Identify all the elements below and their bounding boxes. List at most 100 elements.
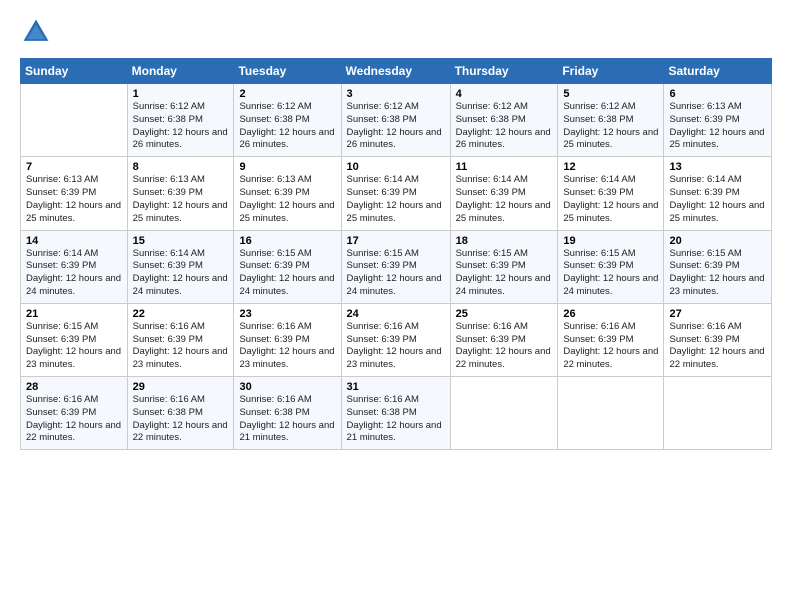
day-info: Sunrise: 6:14 AM Sunset: 6:39 PM Dayligh… [347, 174, 445, 225]
day-number: 4 [456, 88, 553, 100]
day-cell [450, 377, 558, 450]
day-info: Sunrise: 6:16 AM Sunset: 6:39 PM Dayligh… [239, 321, 335, 372]
day-number: 16 [239, 235, 335, 247]
day-cell: 5Sunrise: 6:12 AM Sunset: 6:38 PM Daylig… [558, 84, 664, 157]
day-number: 21 [26, 308, 122, 320]
day-cell: 7Sunrise: 6:13 AM Sunset: 6:39 PM Daylig… [21, 157, 128, 230]
day-cell: 4Sunrise: 6:12 AM Sunset: 6:38 PM Daylig… [450, 84, 558, 157]
week-row-0: 1Sunrise: 6:12 AM Sunset: 6:38 PM Daylig… [21, 84, 772, 157]
header-cell-sunday: Sunday [21, 59, 128, 84]
day-number: 7 [26, 161, 122, 173]
header-cell-tuesday: Tuesday [234, 59, 341, 84]
calendar-table: SundayMondayTuesdayWednesdayThursdayFrid… [20, 58, 772, 450]
day-cell [558, 377, 664, 450]
day-info: Sunrise: 6:12 AM Sunset: 6:38 PM Dayligh… [347, 101, 445, 152]
day-info: Sunrise: 6:15 AM Sunset: 6:39 PM Dayligh… [563, 248, 658, 299]
day-number: 11 [456, 161, 553, 173]
day-cell [664, 377, 772, 450]
week-row-4: 28Sunrise: 6:16 AM Sunset: 6:39 PM Dayli… [21, 377, 772, 450]
day-cell: 17Sunrise: 6:15 AM Sunset: 6:39 PM Dayli… [341, 230, 450, 303]
day-number: 24 [347, 308, 445, 320]
day-cell: 8Sunrise: 6:13 AM Sunset: 6:39 PM Daylig… [127, 157, 234, 230]
day-number: 30 [239, 381, 335, 393]
day-info: Sunrise: 6:14 AM Sunset: 6:39 PM Dayligh… [669, 174, 766, 225]
day-number: 2 [239, 88, 335, 100]
day-number: 28 [26, 381, 122, 393]
day-number: 29 [133, 381, 229, 393]
day-cell: 30Sunrise: 6:16 AM Sunset: 6:38 PM Dayli… [234, 377, 341, 450]
day-number: 8 [133, 161, 229, 173]
day-info: Sunrise: 6:16 AM Sunset: 6:38 PM Dayligh… [347, 394, 445, 445]
header [20, 16, 772, 48]
day-info: Sunrise: 6:13 AM Sunset: 6:39 PM Dayligh… [26, 174, 122, 225]
day-cell: 23Sunrise: 6:16 AM Sunset: 6:39 PM Dayli… [234, 303, 341, 376]
day-number: 31 [347, 381, 445, 393]
day-info: Sunrise: 6:15 AM Sunset: 6:39 PM Dayligh… [669, 248, 766, 299]
week-row-3: 21Sunrise: 6:15 AM Sunset: 6:39 PM Dayli… [21, 303, 772, 376]
day-number: 15 [133, 235, 229, 247]
day-number: 3 [347, 88, 445, 100]
day-cell: 18Sunrise: 6:15 AM Sunset: 6:39 PM Dayli… [450, 230, 558, 303]
day-number: 26 [563, 308, 658, 320]
day-number: 5 [563, 88, 658, 100]
week-row-2: 14Sunrise: 6:14 AM Sunset: 6:39 PM Dayli… [21, 230, 772, 303]
day-info: Sunrise: 6:16 AM Sunset: 6:39 PM Dayligh… [563, 321, 658, 372]
day-info: Sunrise: 6:14 AM Sunset: 6:39 PM Dayligh… [26, 248, 122, 299]
day-number: 13 [669, 161, 766, 173]
day-cell: 27Sunrise: 6:16 AM Sunset: 6:39 PM Dayli… [664, 303, 772, 376]
day-cell: 1Sunrise: 6:12 AM Sunset: 6:38 PM Daylig… [127, 84, 234, 157]
page: SundayMondayTuesdayWednesdayThursdayFrid… [0, 0, 792, 460]
day-info: Sunrise: 6:15 AM Sunset: 6:39 PM Dayligh… [239, 248, 335, 299]
day-number: 19 [563, 235, 658, 247]
day-info: Sunrise: 6:16 AM Sunset: 6:39 PM Dayligh… [133, 321, 229, 372]
day-cell: 20Sunrise: 6:15 AM Sunset: 6:39 PM Dayli… [664, 230, 772, 303]
day-info: Sunrise: 6:16 AM Sunset: 6:38 PM Dayligh… [239, 394, 335, 445]
day-cell: 12Sunrise: 6:14 AM Sunset: 6:39 PM Dayli… [558, 157, 664, 230]
header-row: SundayMondayTuesdayWednesdayThursdayFrid… [21, 59, 772, 84]
header-cell-friday: Friday [558, 59, 664, 84]
day-info: Sunrise: 6:16 AM Sunset: 6:38 PM Dayligh… [133, 394, 229, 445]
week-row-1: 7Sunrise: 6:13 AM Sunset: 6:39 PM Daylig… [21, 157, 772, 230]
day-info: Sunrise: 6:13 AM Sunset: 6:39 PM Dayligh… [239, 174, 335, 225]
day-cell: 29Sunrise: 6:16 AM Sunset: 6:38 PM Dayli… [127, 377, 234, 450]
day-info: Sunrise: 6:14 AM Sunset: 6:39 PM Dayligh… [563, 174, 658, 225]
day-info: Sunrise: 6:16 AM Sunset: 6:39 PM Dayligh… [26, 394, 122, 445]
day-info: Sunrise: 6:12 AM Sunset: 6:38 PM Dayligh… [133, 101, 229, 152]
logo [20, 16, 56, 48]
day-info: Sunrise: 6:14 AM Sunset: 6:39 PM Dayligh… [133, 248, 229, 299]
day-cell: 15Sunrise: 6:14 AM Sunset: 6:39 PM Dayli… [127, 230, 234, 303]
day-cell: 31Sunrise: 6:16 AM Sunset: 6:38 PM Dayli… [341, 377, 450, 450]
day-info: Sunrise: 6:16 AM Sunset: 6:39 PM Dayligh… [456, 321, 553, 372]
day-number: 18 [456, 235, 553, 247]
day-info: Sunrise: 6:15 AM Sunset: 6:39 PM Dayligh… [456, 248, 553, 299]
day-number: 10 [347, 161, 445, 173]
day-cell: 10Sunrise: 6:14 AM Sunset: 6:39 PM Dayli… [341, 157, 450, 230]
day-cell [21, 84, 128, 157]
day-info: Sunrise: 6:15 AM Sunset: 6:39 PM Dayligh… [347, 248, 445, 299]
day-info: Sunrise: 6:16 AM Sunset: 6:39 PM Dayligh… [347, 321, 445, 372]
day-cell: 21Sunrise: 6:15 AM Sunset: 6:39 PM Dayli… [21, 303, 128, 376]
day-cell: 13Sunrise: 6:14 AM Sunset: 6:39 PM Dayli… [664, 157, 772, 230]
day-cell: 26Sunrise: 6:16 AM Sunset: 6:39 PM Dayli… [558, 303, 664, 376]
day-number: 25 [456, 308, 553, 320]
day-cell: 11Sunrise: 6:14 AM Sunset: 6:39 PM Dayli… [450, 157, 558, 230]
header-cell-wednesday: Wednesday [341, 59, 450, 84]
header-cell-saturday: Saturday [664, 59, 772, 84]
day-cell: 6Sunrise: 6:13 AM Sunset: 6:39 PM Daylig… [664, 84, 772, 157]
logo-icon [20, 16, 52, 48]
day-cell: 28Sunrise: 6:16 AM Sunset: 6:39 PM Dayli… [21, 377, 128, 450]
day-cell: 14Sunrise: 6:14 AM Sunset: 6:39 PM Dayli… [21, 230, 128, 303]
day-number: 9 [239, 161, 335, 173]
header-cell-monday: Monday [127, 59, 234, 84]
day-number: 14 [26, 235, 122, 247]
day-info: Sunrise: 6:15 AM Sunset: 6:39 PM Dayligh… [26, 321, 122, 372]
day-number: 27 [669, 308, 766, 320]
day-cell: 3Sunrise: 6:12 AM Sunset: 6:38 PM Daylig… [341, 84, 450, 157]
day-cell: 22Sunrise: 6:16 AM Sunset: 6:39 PM Dayli… [127, 303, 234, 376]
day-cell: 25Sunrise: 6:16 AM Sunset: 6:39 PM Dayli… [450, 303, 558, 376]
day-info: Sunrise: 6:13 AM Sunset: 6:39 PM Dayligh… [133, 174, 229, 225]
day-info: Sunrise: 6:12 AM Sunset: 6:38 PM Dayligh… [563, 101, 658, 152]
day-number: 12 [563, 161, 658, 173]
day-info: Sunrise: 6:12 AM Sunset: 6:38 PM Dayligh… [456, 101, 553, 152]
day-cell: 16Sunrise: 6:15 AM Sunset: 6:39 PM Dayli… [234, 230, 341, 303]
